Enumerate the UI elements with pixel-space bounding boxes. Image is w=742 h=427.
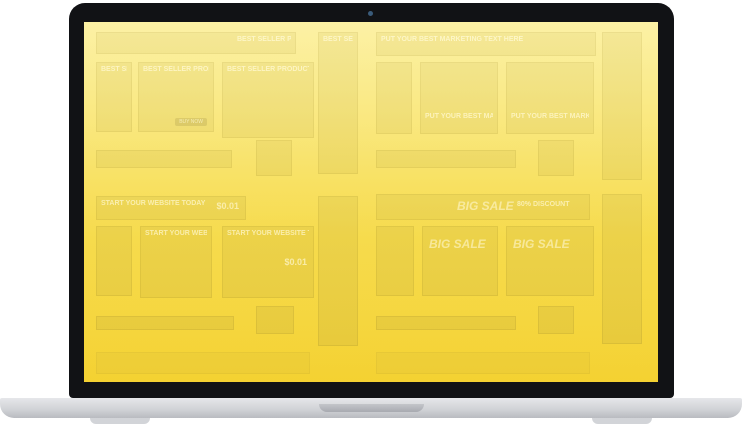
banner-sale-medium: BIG SALE [422,226,498,296]
banner-big-sale: BIG SALE [429,237,486,251]
banner-title: BEST SELLER PRODUCT [323,36,353,43]
banner-title: START YOUR WEBSITE TODAY [227,230,309,237]
banner-best-seller-small: BEST SELLER PRODUCT [96,62,132,132]
banner-website-medium: START YOUR WEBSITE TODAY [140,226,212,298]
banner-website-small [96,226,132,296]
banner-title: BEST SELLER PRODUCT [101,66,127,73]
banner-price: $0.01 [284,257,307,267]
banner-website-square [256,306,294,334]
banner-title: BEST SELLER PRODUCT [143,66,209,73]
banner-price: $0.01 [216,201,239,211]
banner-title: PUT YOUR BEST MARKETING TEXT HERE [511,113,589,120]
banner-title: START YOUR WEBSITE TODAY [145,230,207,237]
banner-best-seller-rectangle: BEST SELLER PRODUCT [222,62,314,138]
banner-sale-leaderboard: BIG SALE 80% DISCOUNT [376,194,590,220]
banner-title: PUT YOUR BEST MARKETING TEXT HERE [425,113,493,120]
banner-title: BEST SELLER PRODUCT [237,36,291,43]
banner-website-skyscraper [318,196,358,346]
banner-marketing-strip [376,150,516,168]
banner-website-rectangle: START YOUR WEBSITE TODAY $0.01 [222,226,314,298]
banner-best-seller-medium: BEST SELLER PRODUCT BUY NOW [138,62,214,132]
banner-marketing-leaderboard: PUT YOUR BEST MARKETING TEXT HERE [376,32,596,56]
banner-discount: 80% DISCOUNT [517,201,570,208]
laptop-foot [90,418,150,424]
banner-marketing-rectangle: PUT YOUR BEST MARKETING TEXT HERE [506,62,594,134]
banner-sale-skyscraper [602,194,642,344]
banner-website-strip [96,316,234,330]
banner-sale-small [376,226,414,296]
banner-website-leaderboard: START YOUR WEBSITE TODAY $0.01 [96,196,246,220]
banner-best-seller-skyscraper: BEST SELLER PRODUCT [318,32,358,174]
banner-marketing-medium: PUT YOUR BEST MARKETING TEXT HERE [420,62,498,134]
banner-best-seller-square [256,140,292,176]
banner-marketing-skyscraper [602,32,642,180]
banner-faded-row [96,352,310,374]
screen: BEST SELLER PRODUCT BEST SELLER PRODUCT … [84,22,658,382]
banner-sale-square [538,306,574,334]
laptop-foot [592,418,652,424]
banner-marketing-square [538,140,574,176]
banner-faded-row [376,352,590,374]
banner-best-seller-leaderboard: BEST SELLER PRODUCT [96,32,296,54]
laptop-notch [319,404,424,412]
banner-title: PUT YOUR BEST MARKETING TEXT HERE [381,36,524,43]
banner-sale-rectangle: BIG SALE [506,226,594,296]
laptop: BEST SELLER PRODUCT BEST SELLER PRODUCT … [0,0,742,427]
buy-now-button: BUY NOW [175,118,207,126]
banner-best-seller-strip [96,150,232,168]
banner-sale-strip [376,316,516,330]
banner-title: BEST SELLER PRODUCT [227,66,309,73]
camera-icon [368,11,373,16]
banner-marketing-small [376,62,412,134]
banner-big-sale: BIG SALE [457,199,514,213]
banner-big-sale: BIG SALE [513,237,570,251]
